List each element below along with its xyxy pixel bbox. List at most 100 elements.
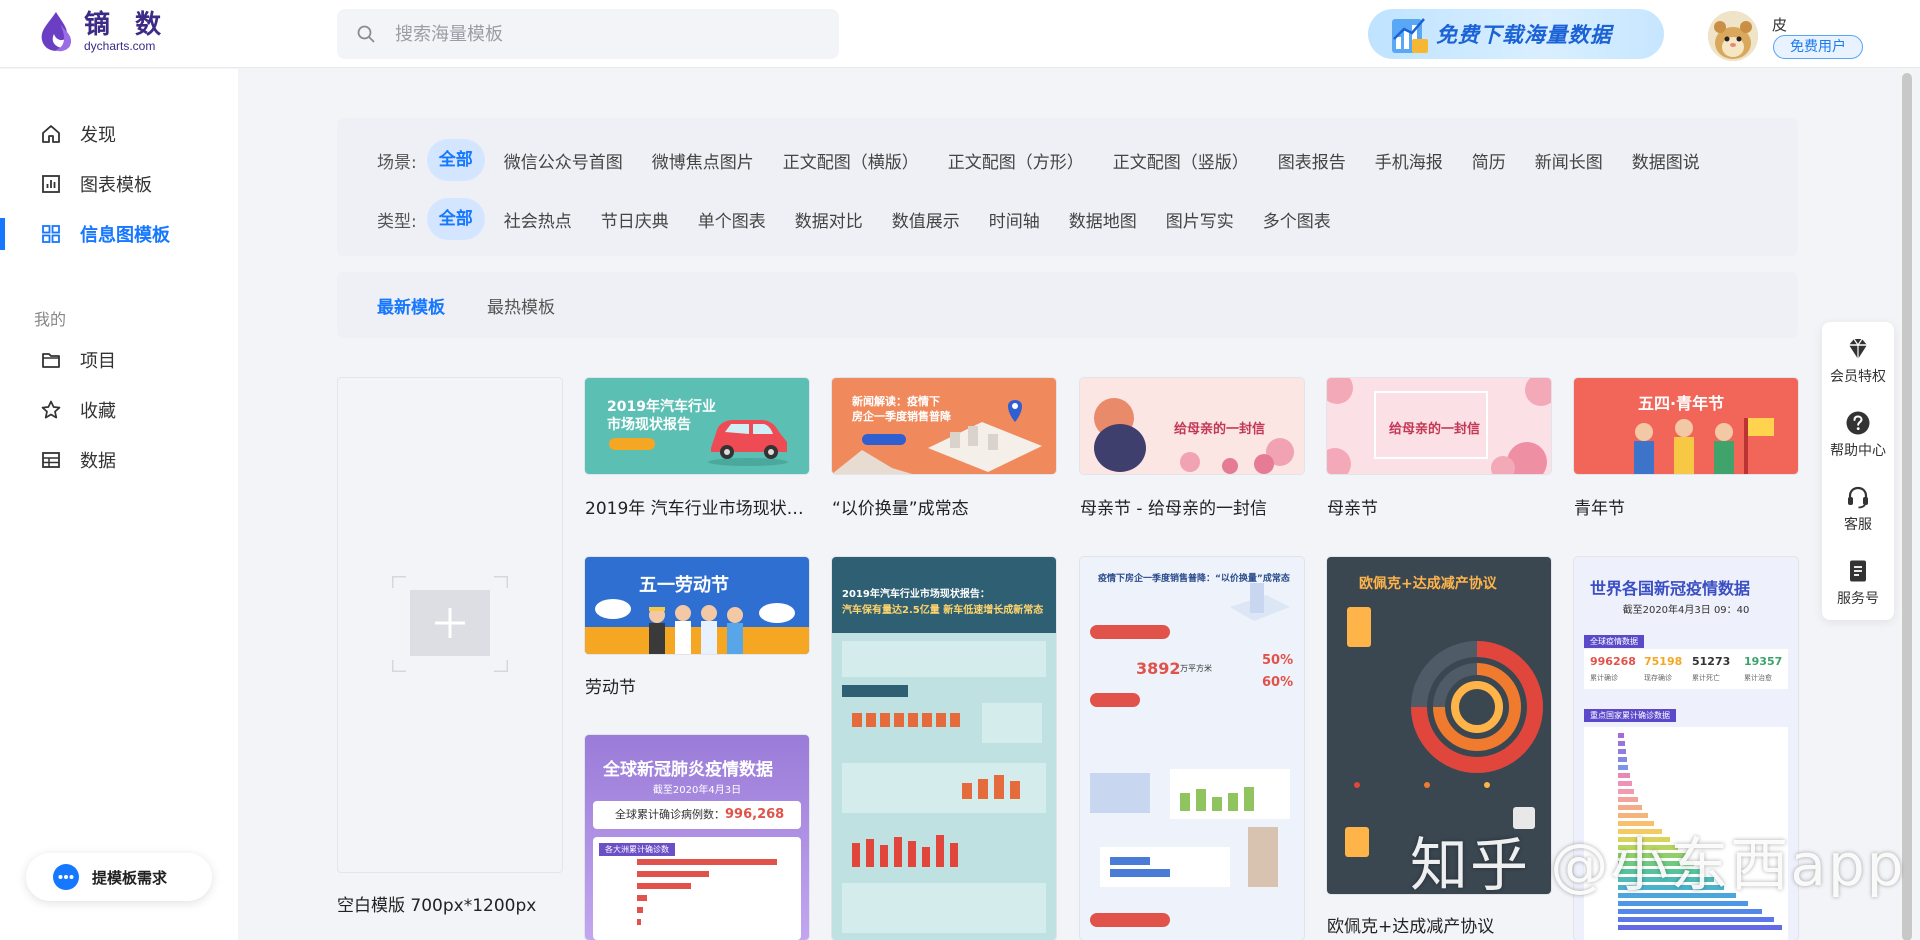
count-value: 996,268 xyxy=(725,807,785,822)
tab-newest[interactable]: 最新模板 xyxy=(377,293,445,318)
sidebar-item-infographic-templates[interactable]: 信息图模板 xyxy=(0,214,238,254)
template-thumb-mother-letter[interactable]: 给母亲的一封信 xyxy=(1080,378,1304,474)
sidebar-item-label: 数据 xyxy=(80,451,116,472)
customer-service-button[interactable]: 客服 xyxy=(1822,484,1894,534)
search-box[interactable] xyxy=(337,9,839,59)
type-filter-label: 类型: xyxy=(377,211,417,232)
template-caption[interactable]: 欧佩克+达成减产协议 xyxy=(1327,912,1551,937)
search-icon xyxy=(357,25,375,43)
stat-deaths: 51273 xyxy=(1692,655,1731,668)
type-chip[interactable]: 多个图表 xyxy=(1263,207,1331,232)
side-panel-label: 客服 xyxy=(1844,517,1872,533)
blank-template-card[interactable] xyxy=(337,377,563,873)
scene-chip[interactable]: 新闻长图 xyxy=(1535,148,1603,173)
blank-template-caption: 空白模版 700px*1200px xyxy=(337,896,537,916)
service-account-button[interactable]: 服务号 xyxy=(1822,558,1894,608)
side-panel-label: 帮助中心 xyxy=(1830,443,1886,459)
thumb-title: 给母亲的一封信 xyxy=(1174,422,1266,437)
template-thumb-mothers-day[interactable]: 给母亲的一封信 xyxy=(1327,378,1551,474)
membership-badge[interactable]: 免费用户 xyxy=(1773,35,1863,59)
scene-chip-all[interactable]: 全部 xyxy=(426,139,485,181)
help-center-button[interactable]: 帮助中心 xyxy=(1822,410,1894,460)
scene-chip[interactable]: 正文配图（方形） xyxy=(948,148,1084,173)
type-chip[interactable]: 数据对比 xyxy=(795,207,863,232)
scene-chip[interactable]: 正文配图（竖版） xyxy=(1113,148,1249,173)
youth-figures-icon xyxy=(1634,418,1774,474)
template-thumb-covid-global[interactable]: 全球新冠肺炎疫情数据 截至2020年4月3日 全球累计确诊病例数：996,268… xyxy=(585,735,809,940)
diamond-icon xyxy=(1849,338,1867,359)
template-caption[interactable]: “以价换量”成常态 xyxy=(832,494,1056,519)
thumb-title: 给母亲的一封信 xyxy=(1389,422,1481,437)
type-chip[interactable]: 节日庆典 xyxy=(601,207,669,232)
template-caption[interactable]: 2019年 汽车行业市场现状报告 xyxy=(585,494,809,519)
user-name[interactable]: 皮 xyxy=(1772,14,1787,35)
stat-label: 累计治愈 xyxy=(1744,674,1772,682)
scene-chip[interactable]: 数据图说 xyxy=(1632,148,1700,173)
thumb-title: 全球新冠肺炎疫情数据 xyxy=(603,760,773,780)
sidebar-item-chart-templates[interactable]: 图表模板 xyxy=(0,164,238,204)
scene-chip[interactable]: 正文配图（横版） xyxy=(783,148,919,173)
template-thumb-house-long[interactable]: 疫情下房企一季度销售普降：“以价换量”成常态 3892 万平方米 50% 60% xyxy=(1080,557,1304,940)
thumb-house-charts xyxy=(1090,583,1290,927)
stat-label: 累计死亡 xyxy=(1692,674,1720,682)
stat-label: 现存确诊 xyxy=(1644,674,1672,682)
vip-privileges-button[interactable]: 会员特权 xyxy=(1822,336,1894,386)
template-thumb-youth-day[interactable]: 五四·青年节 xyxy=(1574,378,1798,474)
help-icon xyxy=(1846,411,1870,435)
scene-chip[interactable]: 简历 xyxy=(1472,148,1506,173)
template-thumb-car-long[interactable]: 2019年汽车行业市场现状报告： 汽车保有量达2.5亿量 新车低速增长成新常态 xyxy=(832,557,1056,940)
template-thumb-labor-day[interactable]: 五一劳动节 xyxy=(585,557,809,654)
sidebar-item-label: 信息图模板 xyxy=(80,225,170,246)
side-panel-label: 服务号 xyxy=(1837,591,1879,607)
type-chip[interactable]: 图片写实 xyxy=(1166,207,1234,232)
sidebar-item-label: 图表模板 xyxy=(80,175,152,196)
thumb-tag xyxy=(609,438,655,450)
sidebar-item-favorites[interactable]: 收藏 xyxy=(0,390,238,430)
template-caption[interactable]: 母亲节 - 给母亲的一封信 xyxy=(1080,494,1304,519)
scene-chip[interactable]: 图表报告 xyxy=(1278,148,1346,173)
template-caption[interactable]: 母亲节 xyxy=(1327,494,1551,519)
sidebar-item-projects[interactable]: 项目 xyxy=(0,340,238,380)
logo[interactable]: 镝 数 dycharts.com xyxy=(36,10,169,54)
stat-existing: 75198 xyxy=(1644,655,1683,668)
type-chip[interactable]: 数值展示 xyxy=(892,207,960,232)
sidebar-item-discover[interactable]: 发现 xyxy=(0,114,238,154)
scene-chip[interactable]: 微信公众号首图 xyxy=(504,148,623,173)
template-caption[interactable]: 劳动节 xyxy=(585,673,809,698)
stat-cured: 19357 xyxy=(1744,655,1783,668)
search-input[interactable] xyxy=(395,23,815,45)
type-chip-all[interactable]: 全部 xyxy=(426,198,485,240)
side-panel-label: 会员特权 xyxy=(1830,369,1886,385)
scene-chip[interactable]: 微博焦点图片 xyxy=(652,148,754,173)
grid-icon xyxy=(42,225,60,243)
count-label: 全球累计确诊病例数： xyxy=(615,808,725,821)
thumb-title: 世界各国新冠疫情数据 xyxy=(1590,579,1751,598)
thumb-section-title-2: 重点国家累计确诊数据 xyxy=(1584,709,1676,722)
scrollbar-thumb[interactable] xyxy=(1902,73,1912,940)
thumb-bar-chart xyxy=(637,859,777,925)
scene-chip[interactable]: 手机海报 xyxy=(1375,148,1443,173)
logo-domain: dycharts.com xyxy=(84,39,156,53)
floating-service-panel: 会员特权 帮助中心 客服 服务号 xyxy=(1822,322,1894,620)
thumb-title: 2019年汽车行业市场现状报告： xyxy=(842,589,990,600)
download-data-banner[interactable]: 免费下载海量数据 xyxy=(1368,9,1664,59)
tab-hottest[interactable]: 最热模板 xyxy=(487,293,555,318)
thumb-subtitle: 截至2020年4月3日 09：40 xyxy=(1622,605,1750,616)
request-template-button[interactable]: 提模板需求 xyxy=(26,853,212,901)
thumb-section-title: 全球疫情数据 xyxy=(1584,635,1644,648)
sidebar-item-label: 项目 xyxy=(80,351,116,372)
avatar[interactable] xyxy=(1708,11,1758,61)
page-scrollbar[interactable] xyxy=(1900,69,1914,940)
template-thumb-house-price[interactable]: 新闻解读：疫情下 房企一季度销售普降 xyxy=(832,378,1056,474)
headset-icon xyxy=(1848,486,1868,509)
type-chip[interactable]: 数据地图 xyxy=(1069,207,1137,232)
sidebar-item-data[interactable]: 数据 xyxy=(0,440,238,480)
type-chip[interactable]: 社会热点 xyxy=(504,207,572,232)
request-template-label: 提模板需求 xyxy=(92,868,168,887)
workers-illustration-icon xyxy=(585,599,809,654)
template-thumb-car-report[interactable]: 2019年汽车行业 市场现状报告 xyxy=(585,378,809,474)
type-chip[interactable]: 时间轴 xyxy=(989,207,1040,232)
template-caption[interactable]: 青年节 xyxy=(1574,494,1798,519)
car-icon xyxy=(708,420,788,466)
type-chip[interactable]: 单个图表 xyxy=(698,207,766,232)
